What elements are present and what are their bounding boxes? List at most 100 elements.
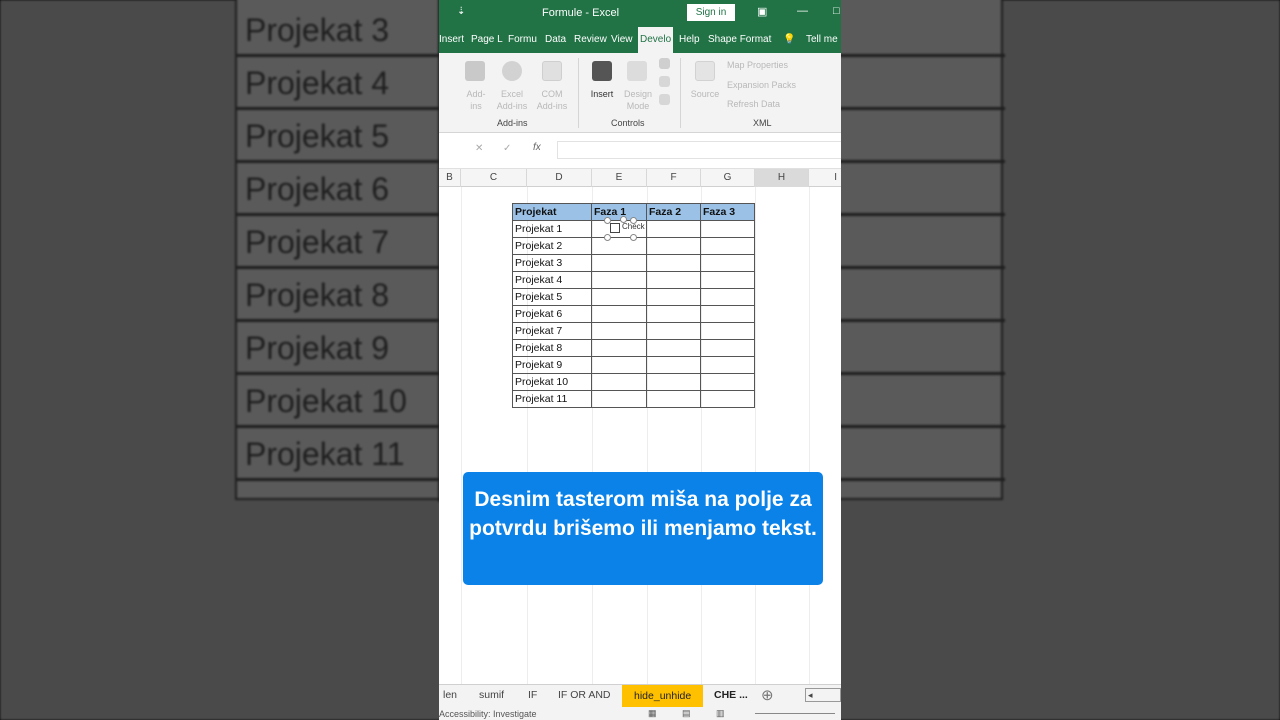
map-properties-button[interactable]: Map Properties [727, 59, 788, 71]
table-cell[interactable] [591, 322, 647, 340]
accessibility-status[interactable]: Accessibility: Investigate [439, 709, 537, 719]
refresh-data-button[interactable]: Refresh Data [727, 98, 780, 110]
quick-access-dropdown-icon[interactable]: ⇣ [457, 6, 465, 17]
table-header-cell[interactable]: Faza 2 [646, 203, 701, 221]
table-cell[interactable]: Projekat 9 [512, 356, 592, 374]
table-cell[interactable] [700, 356, 755, 374]
table-cell[interactable] [646, 373, 701, 391]
resize-handle[interactable] [604, 217, 611, 224]
page-layout-view-icon[interactable]: ▤ [682, 708, 691, 719]
properties-icon[interactable] [659, 58, 670, 69]
table-cell[interactable]: Projekat 1 [512, 220, 592, 238]
table-header-cell[interactable]: Faza 1 [591, 203, 647, 221]
table-cell[interactable] [700, 288, 755, 306]
table-cell[interactable] [646, 305, 701, 323]
table-cell[interactable] [591, 339, 647, 357]
column-header[interactable]: H [755, 169, 809, 187]
cancel-icon[interactable]: ✕ [475, 143, 483, 154]
maximize-icon[interactable]: □ [833, 5, 840, 17]
table-cell[interactable]: Projekat 2 [512, 237, 592, 255]
table-cell[interactable]: Projekat 5 [512, 288, 592, 306]
insert-function-icon[interactable]: fx [533, 142, 541, 153]
formula-input[interactable] [557, 141, 841, 159]
resize-handle[interactable] [620, 216, 627, 223]
view-code-icon[interactable] [659, 76, 670, 87]
tab-data[interactable]: Data [545, 27, 566, 53]
table-cell[interactable] [646, 390, 701, 408]
table-cell[interactable] [646, 356, 701, 374]
column-header[interactable]: I [809, 169, 841, 187]
column-header[interactable]: F [647, 169, 701, 187]
resize-handle[interactable] [630, 234, 637, 241]
tab-help[interactable]: Help [679, 27, 700, 53]
table-cell[interactable] [700, 339, 755, 357]
table-cell[interactable] [591, 237, 647, 255]
table-cell[interactable]: Projekat 3 [512, 254, 592, 272]
design-mode-button[interactable]: Design Mode [620, 88, 656, 112]
sheet-tab[interactable]: IF [528, 689, 537, 701]
table-cell[interactable] [591, 390, 647, 408]
minimize-icon[interactable]: — [797, 5, 808, 17]
xml-source-button[interactable]: Source [687, 88, 723, 100]
ribbon-display-options-icon[interactable]: ▣ [757, 5, 767, 18]
table-cell[interactable] [700, 322, 755, 340]
resize-handle[interactable] [630, 217, 637, 224]
sheet-tab-hide-unhide[interactable]: hide_unhide [622, 685, 704, 707]
page-break-view-icon[interactable]: ▥ [716, 708, 725, 719]
table-cell[interactable] [646, 271, 701, 289]
table-cell[interactable] [700, 390, 755, 408]
tab-insert[interactable]: Insert [439, 27, 464, 53]
table-cell[interactable] [700, 305, 755, 323]
table-cell[interactable] [591, 305, 647, 323]
table-cell[interactable] [700, 373, 755, 391]
tab-page-layout[interactable]: Page L [471, 27, 503, 53]
table-cell[interactable] [591, 356, 647, 374]
table-cell[interactable] [591, 373, 647, 391]
checkbox-square[interactable] [610, 223, 620, 233]
sheet-tab[interactable]: sumif [479, 689, 504, 701]
table-cell[interactable] [646, 237, 701, 255]
table-cell[interactable] [700, 237, 755, 255]
column-header[interactable]: E [592, 169, 647, 187]
table-header-cell[interactable]: Faza 3 [700, 203, 755, 221]
sign-in-button[interactable]: Sign in [687, 4, 735, 21]
table-cell[interactable]: Projekat 4 [512, 271, 592, 289]
table-cell[interactable] [700, 254, 755, 272]
table-cell[interactable] [646, 322, 701, 340]
sheet-tab-active[interactable]: CHE ... [714, 689, 748, 701]
table-cell[interactable] [591, 254, 647, 272]
table-cell[interactable] [646, 254, 701, 272]
com-addins-button[interactable]: COM Add-ins [533, 88, 571, 112]
table-cell[interactable]: Projekat 8 [512, 339, 592, 357]
table-cell[interactable]: Projekat 6 [512, 305, 592, 323]
checkbox-control[interactable]: Check [604, 216, 645, 241]
table-cell[interactable]: Projekat 11 [512, 390, 592, 408]
expansion-packs-button[interactable]: Expansion Packs [727, 79, 796, 91]
tab-shape-format[interactable]: Shape Format [708, 27, 771, 53]
table-cell[interactable] [646, 220, 701, 238]
column-header[interactable]: C [461, 169, 527, 187]
worksheet-grid[interactable]: Projekat Faza 1 Faza 2 Faza 3 Projekat 1… [439, 187, 841, 684]
horizontal-scrollbar[interactable]: ◂ [805, 688, 841, 702]
tab-formulas[interactable]: Formu [508, 27, 537, 53]
normal-view-icon[interactable]: ▦ [648, 708, 657, 719]
zoom-slider[interactable] [755, 713, 835, 714]
table-cell[interactable]: Projekat 10 [512, 373, 592, 391]
insert-control-button[interactable]: Insert [586, 88, 618, 100]
table-cell[interactable] [700, 271, 755, 289]
column-header[interactable]: B [439, 169, 461, 187]
column-header[interactable]: G [701, 169, 755, 187]
table-cell[interactable] [700, 220, 755, 238]
sheet-tab[interactable]: len [443, 689, 457, 701]
add-sheet-icon[interactable]: ⊕ [761, 686, 774, 704]
addins-button[interactable]: Add- ins [461, 88, 491, 112]
tab-developer[interactable]: Develo [638, 27, 674, 53]
column-header[interactable]: D [527, 169, 592, 187]
table-cell[interactable] [591, 271, 647, 289]
table-cell[interactable]: Projekat 7 [512, 322, 592, 340]
table-header-cell[interactable]: Projekat [512, 203, 592, 221]
sheet-tab[interactable]: IF OR AND [558, 689, 611, 701]
tab-view[interactable]: View [611, 27, 633, 53]
tab-review[interactable]: Review [574, 27, 607, 53]
resize-handle[interactable] [604, 234, 611, 241]
